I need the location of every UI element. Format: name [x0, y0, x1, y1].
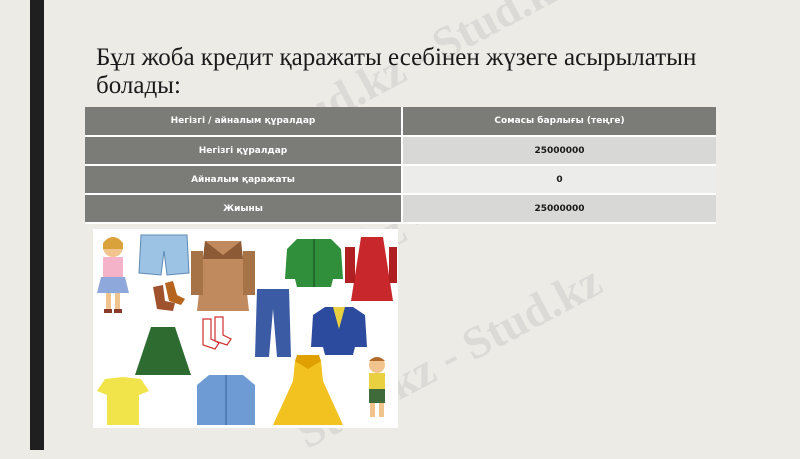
- slide-accent-bar: [30, 0, 44, 450]
- table-row: Жиыны 25000000: [85, 194, 716, 224]
- green-jacket-icon: [285, 239, 343, 287]
- dress-icon: [273, 355, 343, 425]
- row-label: Негізгі құралдар: [85, 136, 403, 166]
- boy-figure-icon: [369, 357, 385, 417]
- jeans-icon: [255, 289, 291, 357]
- t-shirt-icon: [97, 377, 149, 425]
- clothing-illustration-svg: [97, 234, 397, 425]
- blazer-icon: [311, 307, 367, 355]
- table-row: Негізгі құралдар 25000000: [85, 136, 716, 166]
- shorts-icon: [138, 234, 190, 276]
- row-value: 0: [402, 165, 716, 195]
- column-header: Негізгі / айналым құралдар: [85, 107, 403, 137]
- clothing-illustration: [93, 229, 398, 428]
- row-label: Жиыны: [85, 194, 403, 224]
- budget-table: Негізгі / айналым құралдар Сомасы барлығ…: [85, 107, 716, 224]
- girl-figure-icon: [97, 237, 129, 313]
- row-label: Айналым қаражаты: [85, 165, 403, 195]
- table-row: Айналым қаражаты 0: [85, 165, 716, 195]
- slide-title: Бұл жоба кредит қаражаты есебінен жүзеге…: [96, 44, 697, 99]
- table-header-row: Негізгі / айналым құралдар Сомасы барлығ…: [85, 107, 716, 137]
- row-value: 25000000: [402, 136, 716, 166]
- red-coat-icon: [345, 237, 397, 301]
- skirt-icon: [135, 327, 191, 375]
- row-value: 25000000: [402, 194, 716, 224]
- column-header: Сомасы барлығы (теңге): [402, 107, 716, 137]
- fur-coat-icon: [191, 241, 255, 311]
- socks-icon: [153, 281, 185, 311]
- denim-shirt-icon: [197, 375, 255, 425]
- white-socks-icon: [202, 316, 232, 350]
